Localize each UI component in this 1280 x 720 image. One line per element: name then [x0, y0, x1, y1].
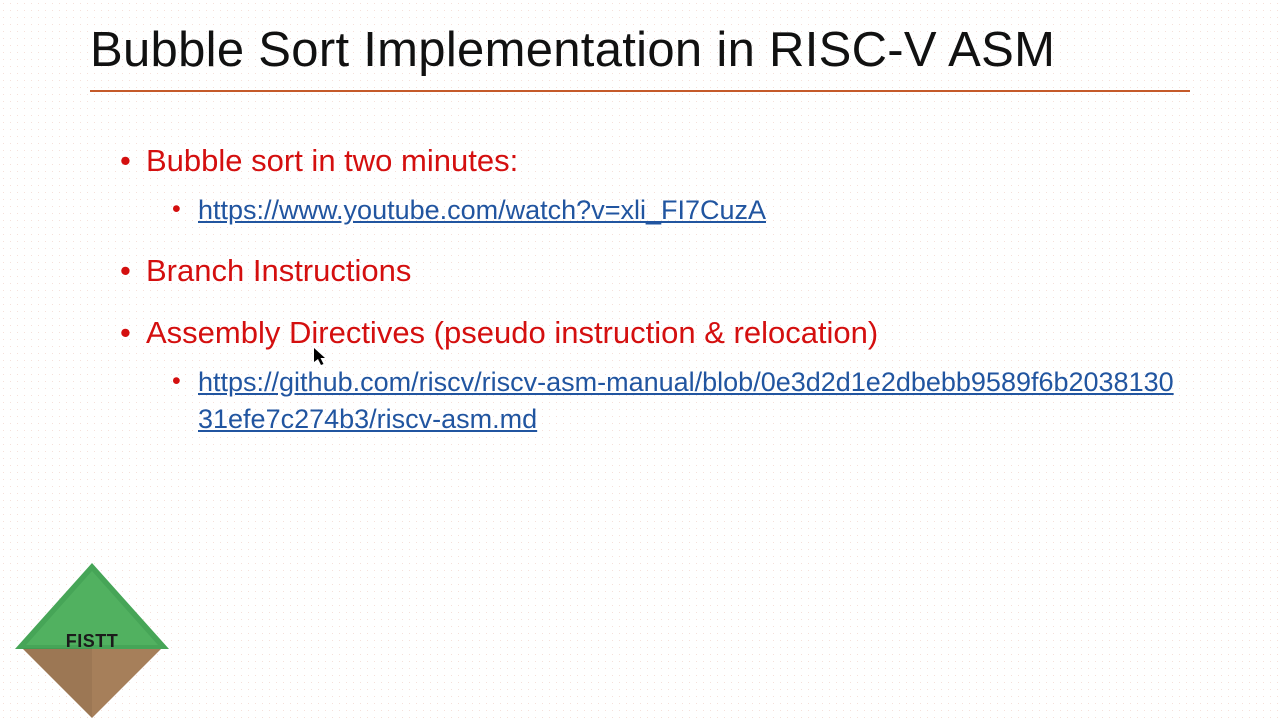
bullet-item: Assembly Directives (pseudo instruction … — [120, 312, 1180, 439]
bullet-item: Bubble sort in two minutes: https://www.… — [120, 140, 1180, 230]
bullet-list: Bubble sort in two minutes: https://www.… — [120, 140, 1180, 439]
youtube-link[interactable]: https://www.youtube.com/watch?v=xli_FI7C… — [198, 195, 766, 225]
slide-body: Bubble sort in two minutes: https://www.… — [0, 92, 1280, 439]
slide-title: Bubble Sort Implementation in RISC-V ASM — [90, 22, 1190, 86]
bullet-item: Branch Instructions — [120, 250, 1180, 292]
sub-bullet-item: https://github.com/riscv/riscv-asm-manua… — [168, 364, 1180, 440]
bullet-text: Bubble sort in two minutes: — [146, 143, 518, 178]
sub-bullet-list: https://github.com/riscv/riscv-asm-manua… — [146, 364, 1180, 440]
bullet-text: Branch Instructions — [146, 253, 411, 288]
github-link[interactable]: https://github.com/riscv/riscv-asm-manua… — [198, 367, 1174, 435]
title-block: Bubble Sort Implementation in RISC-V ASM — [0, 0, 1280, 92]
logo-text: FISTT — [12, 631, 172, 652]
sub-bullet-list: https://www.youtube.com/watch?v=xli_FI7C… — [146, 192, 1180, 230]
bullet-text: Assembly Directives (pseudo instruction … — [146, 315, 878, 350]
fistt-logo: FISTT — [12, 535, 172, 720]
sub-bullet-item: https://www.youtube.com/watch?v=xli_FI7C… — [168, 192, 1180, 230]
